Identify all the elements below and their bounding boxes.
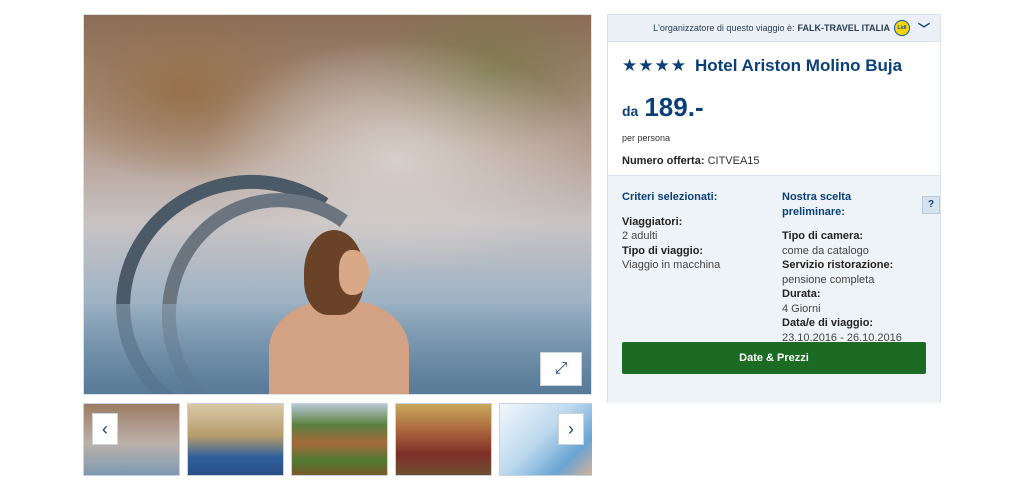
preliminary-label: Data/e di viaggio: <box>782 317 874 329</box>
criteria-value: Viaggio in macchina <box>622 259 721 271</box>
chevron-left-icon: ‹ <box>102 418 108 439</box>
preliminary-choice: Nostra scelta preliminare: ? Tipo di cam… <box>782 190 940 345</box>
preliminary-label: Servizio ristorazione: <box>782 259 894 271</box>
offer-code: CITVEA15 <box>707 155 760 167</box>
organizer-label: L'organizzatore di questo viaggio è: <box>653 23 795 33</box>
preliminary-value: come da catalogo <box>782 244 869 257</box>
price-prefix: da <box>622 103 639 119</box>
preliminary-title-text: Nostra scelta preliminare: <box>782 191 852 218</box>
criteria-title: Criteri selezionati: <box>622 191 718 203</box>
price-amount: 189.- <box>644 92 704 122</box>
offer-card: L'organizzatore di questo viaggio è: FAL… <box>607 14 941 403</box>
criteria-label: Tipo di viaggio: <box>622 244 704 257</box>
thumbnail-next-button[interactable]: › <box>558 413 584 445</box>
preliminary-value: pensione completa <box>782 273 875 286</box>
criteria-label: Viaggiatori: <box>622 215 683 228</box>
thumbnail-prev-button[interactable]: ‹ <box>92 413 118 445</box>
criteria-value: 2 adulti <box>622 230 658 242</box>
main-hotel-photo[interactable]: ⤢ <box>83 14 592 395</box>
chevron-down-icon[interactable]: ﹀ <box>918 20 930 37</box>
organizer-name: FALK-TRAVEL ITALIA <box>797 23 890 33</box>
expand-icon: ⤢ <box>554 360 568 377</box>
offer-label: Numero offerta: <box>622 155 705 167</box>
expand-photo-button[interactable]: ⤢ <box>540 352 582 386</box>
dates-prices-button[interactable]: Date & Prezzi <box>622 342 926 374</box>
preliminary-label: Tipo di camera: <box>782 230 864 242</box>
help-button[interactable]: ? <box>922 195 940 214</box>
preliminary-title: Nostra scelta preliminare: ? <box>782 190 940 219</box>
criteria-panel: Criteri selezionati: Viaggiatori: 2 adul… <box>608 175 940 403</box>
thumbnail-strip: ‹ › <box>83 403 592 476</box>
hotel-header: ★★★★ Hotel Ariston Molino Buja da 189.- … <box>608 42 940 167</box>
bather <box>259 230 419 394</box>
thumbnail-aerial-view[interactable] <box>291 403 388 476</box>
chevron-right-icon: › <box>568 418 574 439</box>
lidl-logo: Lidl <box>893 20 910 36</box>
selected-criteria: Criteri selezionati: Viaggiatori: 2 adul… <box>622 190 720 273</box>
thumbnail-restaurant[interactable] <box>395 403 492 476</box>
organizer-bar[interactable]: L'organizzatore di questo viaggio è: FAL… <box>608 15 940 42</box>
star-rating: ★★★★ <box>622 56 687 75</box>
thumbnail-hotel-room[interactable] <box>187 403 284 476</box>
price-per-person: per persona <box>622 133 671 143</box>
hotel-name: Hotel Ariston Molino Buja <box>694 56 903 75</box>
preliminary-label: Durata: <box>782 288 821 300</box>
preliminary-value: 4 Giorni <box>782 302 821 315</box>
offer-number: Numero offerta: CITVEA15 <box>622 155 926 167</box>
price: da 189.- <box>622 92 926 123</box>
